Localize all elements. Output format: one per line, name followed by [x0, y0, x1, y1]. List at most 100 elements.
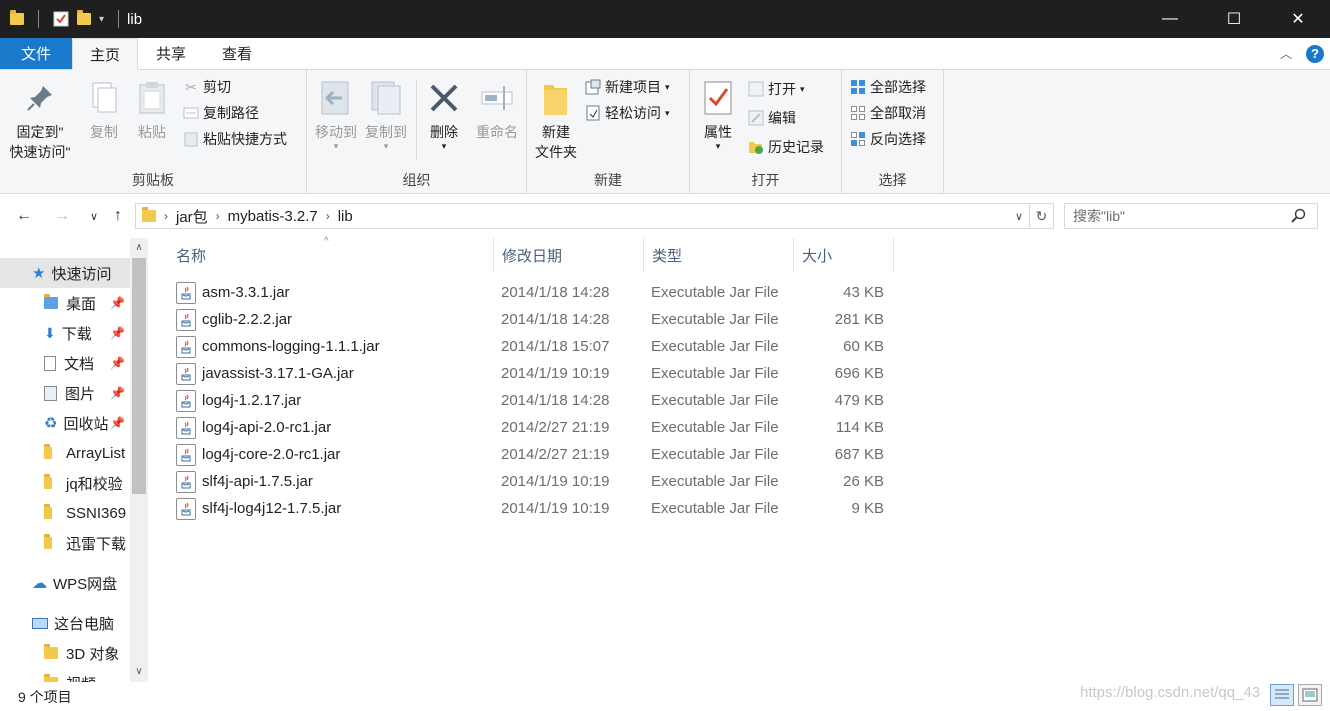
- tab-file[interactable]: 文件: [0, 38, 72, 69]
- nav-item-pictures[interactable]: 图片 📌: [0, 378, 125, 408]
- refresh-icon[interactable]: ↻: [1030, 203, 1054, 229]
- properties-button[interactable]: 属性 ▾: [698, 78, 738, 151]
- copy-button[interactable]: 复制: [84, 78, 124, 142]
- rename-button[interactable]: 重命名: [471, 78, 523, 142]
- scroll-down-chevron-icon[interactable]: ∨: [130, 662, 148, 680]
- breadcrumb-item[interactable]: mybatis-3.2.7: [228, 208, 318, 225]
- properties-quick-icon[interactable]: [53, 11, 69, 27]
- open-button[interactable]: 打开 ▾: [748, 78, 805, 100]
- file-name: cglib-2.2.2.jar: [202, 311, 293, 328]
- pin-icon[interactable]: 📌: [110, 326, 125, 340]
- file-row[interactable]: commons-logging-1.1.1.jar 2014/1/18 15:07…: [170, 333, 890, 360]
- file-row[interactable]: log4j-api-2.0-rc1.jar 2014/2/27 21:19 Exec…: [170, 414, 890, 441]
- nav-item-xunlei[interactable]: 迅雷下载: [0, 528, 126, 558]
- copy-to-button[interactable]: 复制到 ▾: [363, 78, 409, 151]
- edit-button[interactable]: 编辑: [748, 107, 796, 129]
- file-date: 2014/1/18 14:28: [501, 392, 610, 409]
- back-arrow-icon[interactable]: ←: [12, 204, 36, 228]
- folder-icon: [44, 504, 52, 519]
- breadcrumb-item[interactable]: jar包: [176, 206, 208, 227]
- paste-button[interactable]: 粘贴: [132, 78, 172, 142]
- nav-item-arraylist[interactable]: ArrayList: [0, 438, 125, 468]
- column-header-type[interactable]: 类型: [644, 238, 794, 272]
- minimize-button[interactable]: —: [1138, 0, 1202, 38]
- up-arrow-icon[interactable]: ↑: [106, 204, 130, 228]
- details-view-icon[interactable]: [1270, 684, 1294, 706]
- easy-access-button[interactable]: 轻松访问 ▾: [585, 102, 670, 124]
- breadcrumb-chevron-icon[interactable]: ›: [326, 209, 330, 223]
- tab-home[interactable]: 主页: [72, 38, 138, 70]
- breadcrumb-chevron-icon[interactable]: ›: [216, 209, 220, 223]
- nav-item-jq[interactable]: jq和校验: [0, 468, 123, 498]
- nav-item-quick-access[interactable]: ★ 快速访问: [0, 258, 130, 288]
- file-row[interactable]: slf4j-api-1.7.5.jar 2014/1/19 10:19 Execut…: [170, 468, 890, 495]
- file-date: 2014/1/19 10:19: [501, 500, 610, 517]
- pin-icon[interactable]: 📌: [110, 356, 125, 370]
- file-name: slf4j-log4j12-1.7.5.jar: [202, 500, 342, 517]
- nav-item-3d-objects[interactable]: 3D 对象: [0, 638, 119, 668]
- address-dropdown-chevron-icon[interactable]: ∨: [1015, 210, 1023, 223]
- new-item-button[interactable]: 新建项目 ▾: [585, 76, 670, 98]
- file-row[interactable]: slf4j-log4j12-1.7.5.jar 2014/1/19 10:19 Ex…: [170, 495, 890, 522]
- nav-item-ssni369[interactable]: SSNI369: [0, 498, 126, 528]
- file-row[interactable]: log4j-1.2.17.jar 2014/1/18 14:28 Executabl…: [170, 387, 890, 414]
- delete-button[interactable]: 删除 ▾: [421, 78, 467, 151]
- breadcrumb-chevron-icon[interactable]: ›: [164, 209, 168, 223]
- pin-to-quick-access-button[interactable]: 固定到" 快速访问": [8, 78, 72, 162]
- pin-icon[interactable]: 📌: [110, 296, 125, 310]
- paste-shortcut-button[interactable]: 粘贴快捷方式: [183, 128, 287, 150]
- search-input[interactable]: 搜索"lib": [1064, 203, 1318, 229]
- cut-button[interactable]: ✂ 剪切: [183, 76, 231, 98]
- scroll-up-chevron-icon[interactable]: ∧: [130, 238, 148, 256]
- breadcrumb-item[interactable]: lib: [338, 208, 353, 225]
- nav-item-videos[interactable]: 视频: [0, 668, 96, 682]
- tab-view[interactable]: 查看: [204, 38, 270, 69]
- nav-label: 下载: [61, 325, 92, 343]
- select-all-button[interactable]: 全部选择: [850, 76, 926, 98]
- column-header-name[interactable]: 名称: [168, 238, 494, 272]
- recent-locations-chevron-icon[interactable]: ∨: [82, 204, 106, 228]
- nav-scrollbar[interactable]: ∧ ∨: [130, 238, 148, 682]
- pin-icon[interactable]: 📌: [110, 416, 125, 430]
- open-label: 打开: [768, 81, 796, 97]
- address-bar[interactable]: › jar包 › mybatis-3.2.7 › lib ∨: [135, 203, 1030, 229]
- close-button[interactable]: ✕: [1266, 0, 1330, 38]
- nav-item-desktop[interactable]: 桌面 📌: [0, 288, 125, 318]
- select-none-button[interactable]: 全部取消: [850, 102, 926, 124]
- file-size: 479 KB: [834, 392, 884, 409]
- new-folder-quick-icon[interactable]: [77, 10, 91, 25]
- view-switcher: [1270, 684, 1322, 706]
- nav-label: 视频: [66, 673, 96, 683]
- nav-item-documents[interactable]: 文档 📌: [0, 348, 125, 378]
- nav-item-wps[interactable]: ☁ WPS网盘: [0, 568, 117, 598]
- tab-share[interactable]: 共享: [138, 38, 204, 69]
- column-header-date[interactable]: 修改日期: [494, 238, 644, 272]
- nav-label: jq和校验: [66, 475, 123, 493]
- folder-icon: [44, 444, 52, 459]
- pin-icon[interactable]: 📌: [110, 386, 125, 400]
- customize-toolbar-chevron-icon[interactable]: ▾: [99, 14, 104, 25]
- maximize-button[interactable]: ☐: [1202, 0, 1266, 38]
- forward-arrow-icon[interactable]: →: [50, 204, 74, 228]
- invert-selection-button[interactable]: 反向选择: [850, 128, 926, 150]
- select-none-icon: [850, 105, 866, 121]
- file-row[interactable]: asm-3.3.1.jar 2014/1/18 14:28 Executable J…: [170, 279, 890, 306]
- large-icons-view-icon[interactable]: [1298, 684, 1322, 706]
- group-organize: 移动到 ▾ 复制到 ▾ 删除 ▾ 重命名 组织: [307, 70, 527, 194]
- scroll-thumb[interactable]: [132, 258, 146, 494]
- collapse-ribbon-chevron-icon[interactable]: ︿: [1280, 45, 1292, 62]
- copy-path-button[interactable]: 复制路径: [183, 102, 259, 124]
- nav-item-recycle-bin[interactable]: ♻ 回收站 📌: [0, 408, 125, 438]
- history-button[interactable]: 历史记录: [748, 136, 824, 158]
- nav-item-downloads[interactable]: ⬇ 下载 📌: [0, 318, 125, 348]
- file-row[interactable]: javassist-3.17.1-GA.jar 2014/1/19 10:19 Ex…: [170, 360, 890, 387]
- file-row[interactable]: log4j-core-2.0-rc1.jar 2014/2/27 21:19 Exe…: [170, 441, 890, 468]
- file-type: Executable Jar File: [651, 473, 779, 490]
- new-folder-button[interactable]: 新建 文件夹: [533, 78, 579, 162]
- move-to-button[interactable]: 移动到 ▾: [313, 78, 359, 151]
- history-icon: [748, 139, 764, 155]
- column-header-size[interactable]: 大小: [794, 238, 894, 272]
- help-icon[interactable]: ?: [1306, 44, 1324, 63]
- nav-item-this-pc[interactable]: 这台电脑: [0, 608, 114, 638]
- file-row[interactable]: cglib-2.2.2.jar 2014/1/18 14:28 Executable…: [170, 306, 890, 333]
